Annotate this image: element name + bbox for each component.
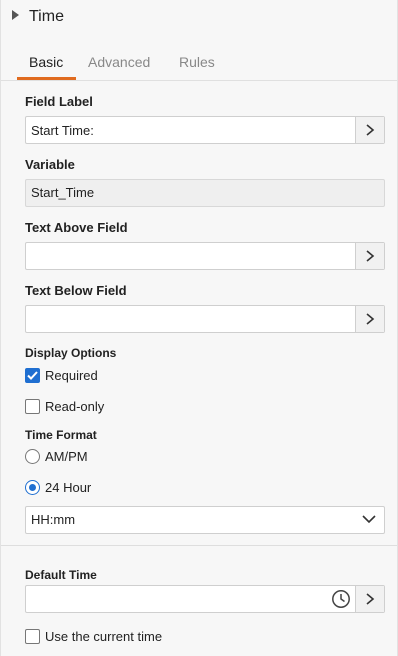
clock-icon — [331, 590, 350, 608]
section-header[interactable]: Time — [1, 0, 397, 36]
tab-rules[interactable]: Rules — [179, 54, 215, 70]
use-current-time-checkbox[interactable] — [25, 628, 40, 644]
tab-basic[interactable]: Basic — [29, 54, 63, 70]
text-below-heading: Text Below Field — [25, 283, 127, 298]
time-pattern-value: HH:mm — [31, 512, 76, 527]
text-above-input-group — [25, 242, 385, 270]
required-checkbox[interactable] — [25, 367, 40, 383]
read-only-label: Read-only — [45, 398, 105, 414]
text-above-input[interactable] — [26, 243, 356, 269]
properties-panel: Time Basic Advanced Rules Field Label Va… — [0, 0, 398, 656]
time-pattern-select[interactable]: HH:mm — [25, 506, 385, 534]
text-below-expand-button[interactable] — [355, 306, 384, 332]
text-below-input[interactable] — [26, 306, 356, 332]
read-only-checkbox-row[interactable]: Read-only — [25, 397, 104, 415]
display-options-heading: Display Options — [25, 346, 117, 360]
tab-advanced[interactable]: Advanced — [88, 54, 150, 70]
field-label-heading: Field Label — [25, 94, 93, 109]
chevron-right-icon — [366, 124, 375, 136]
chevron-right-icon — [366, 250, 375, 262]
time-picker-button[interactable] — [326, 586, 355, 612]
24-hour-label: 24 Hour — [45, 479, 92, 495]
24-hour-radio-row[interactable]: 24 Hour — [25, 478, 91, 496]
caret-right-icon[interactable] — [12, 10, 19, 20]
24-hour-radio[interactable] — [25, 479, 40, 495]
text-above-expand-button[interactable] — [355, 243, 384, 269]
ampm-radio[interactable] — [25, 448, 40, 464]
tab-bar: Basic Advanced Rules — [1, 46, 397, 80]
required-label: Required — [45, 367, 98, 383]
default-time-input-group — [25, 585, 385, 613]
read-only-checkbox[interactable] — [25, 398, 40, 414]
default-time-input[interactable] — [26, 586, 326, 612]
field-label-input[interactable] — [26, 117, 356, 143]
use-current-time-row[interactable]: Use the current time — [25, 627, 162, 645]
chevron-right-icon — [366, 313, 375, 325]
ampm-label: AM/PM — [45, 448, 88, 464]
chevron-right-icon — [366, 593, 375, 605]
checkmark-icon — [27, 370, 38, 380]
chevron-down-icon — [362, 515, 376, 524]
field-label-input-group — [25, 116, 385, 144]
default-time-heading: Default Time — [25, 568, 97, 582]
section-title: Time — [29, 8, 64, 25]
text-above-heading: Text Above Field — [25, 220, 128, 235]
text-below-input-group — [25, 305, 385, 333]
field-label-expand-button[interactable] — [355, 117, 384, 143]
default-time-expand-button[interactable] — [355, 586, 384, 612]
variable-field: Start_Time — [25, 179, 385, 207]
time-format-heading: Time Format — [25, 428, 97, 442]
required-checkbox-row[interactable]: Required — [25, 366, 98, 384]
variable-heading: Variable — [25, 157, 75, 172]
use-current-time-label: Use the current time — [45, 628, 163, 644]
ampm-radio-row[interactable]: AM/PM — [25, 447, 88, 465]
